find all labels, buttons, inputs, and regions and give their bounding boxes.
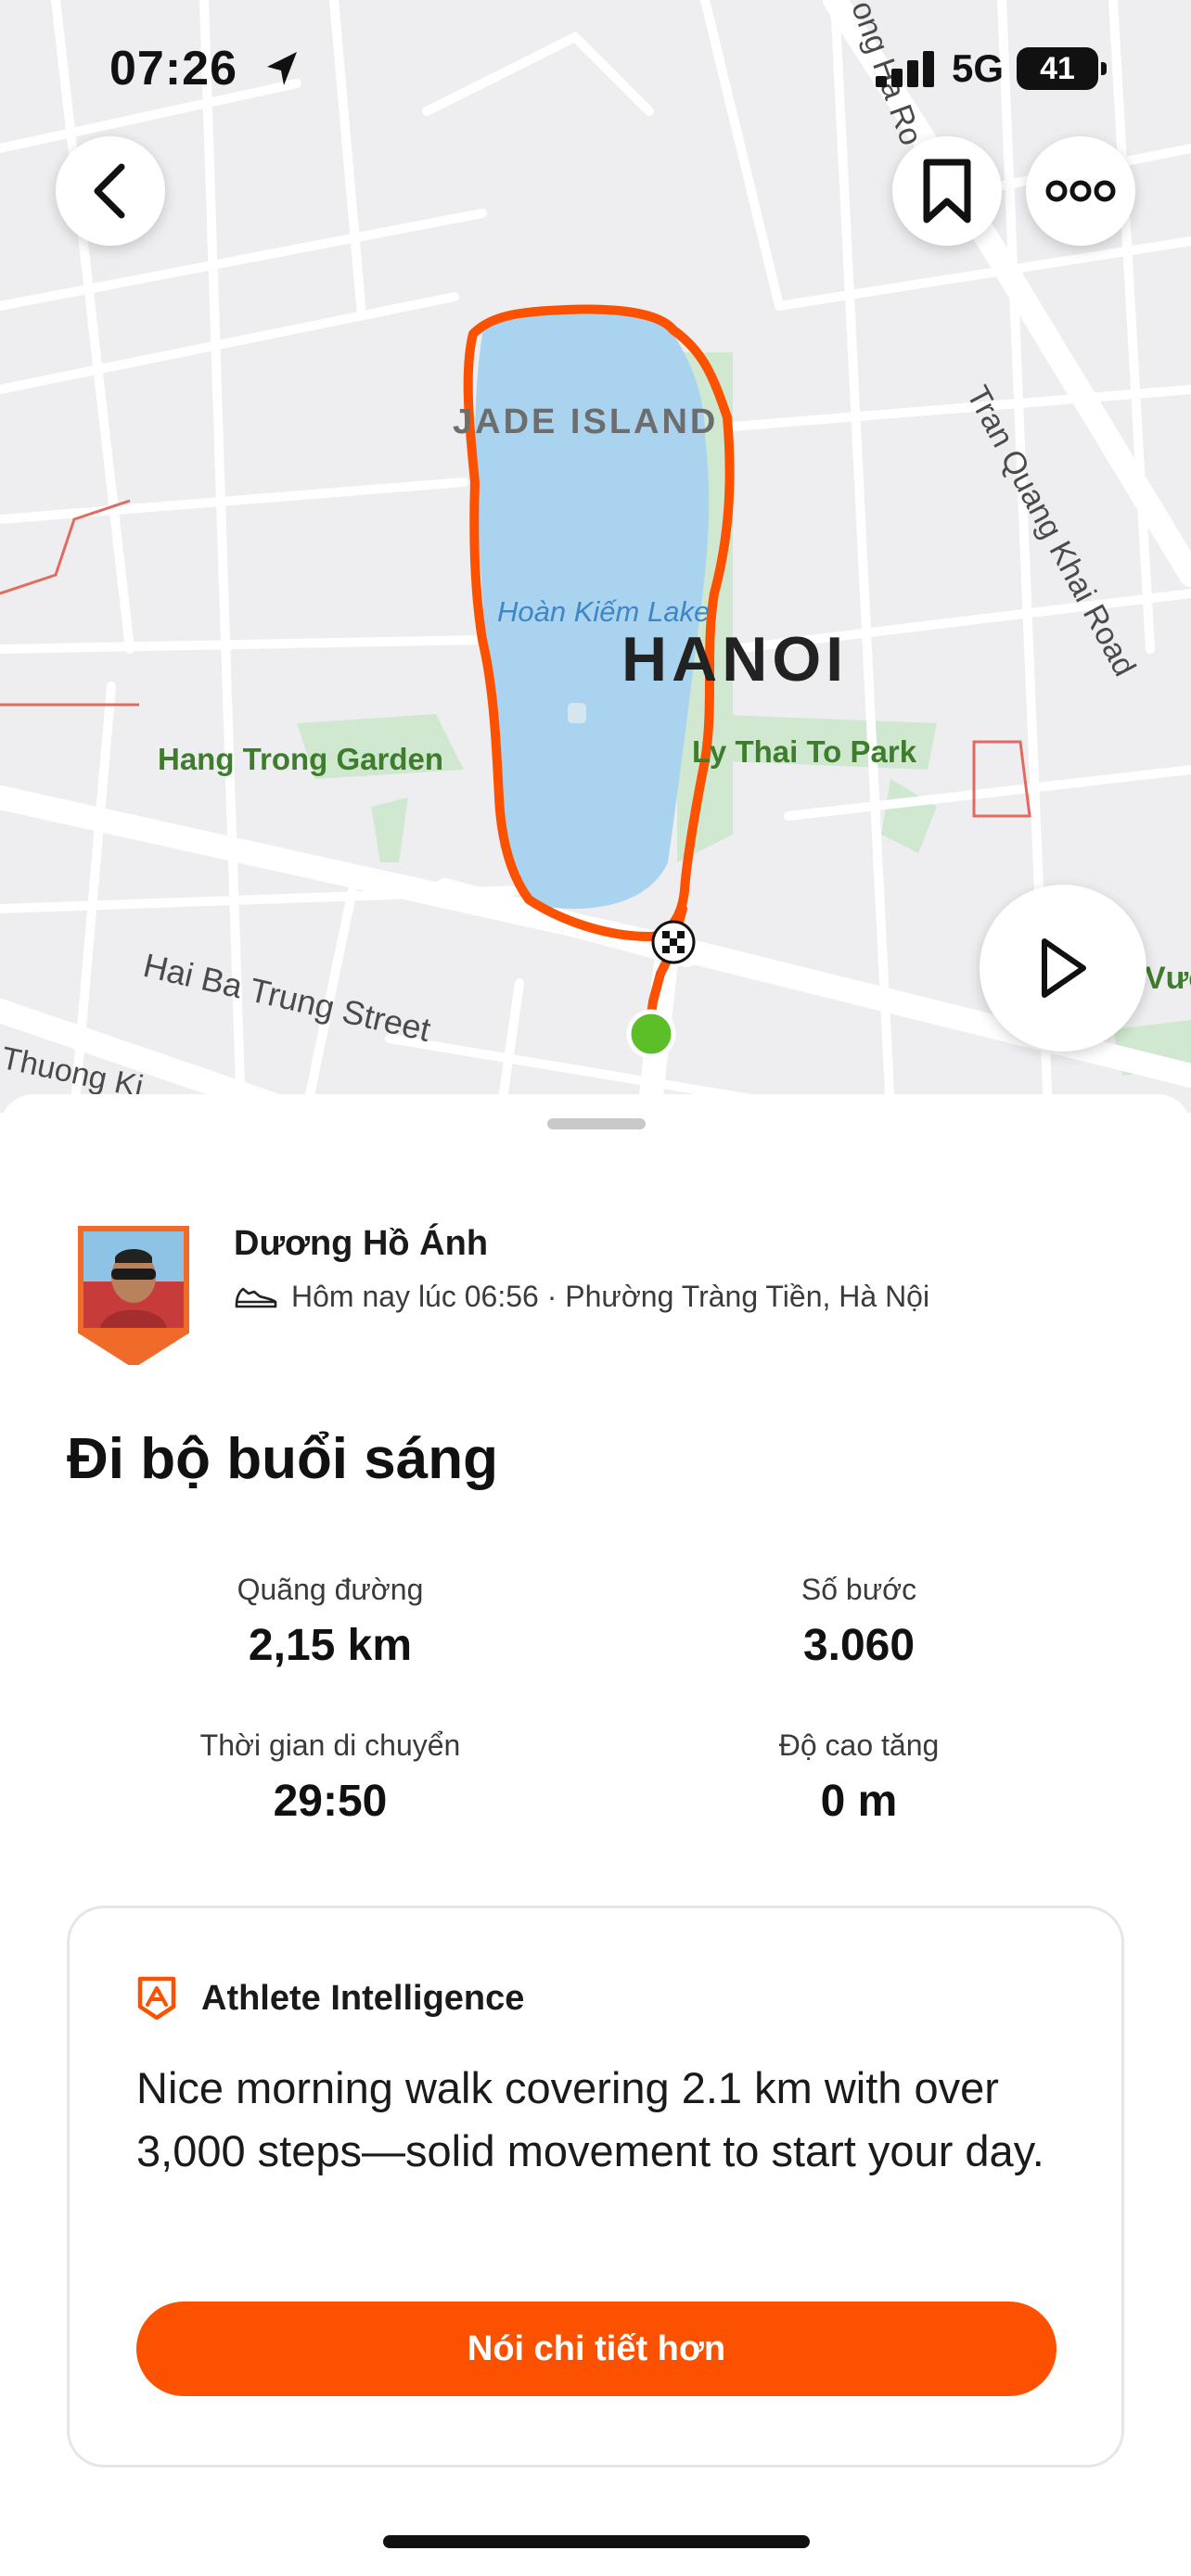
network-type: 5G [951,46,1004,90]
shoe-icon [235,1287,277,1307]
stat-label: Quãng đường [237,1573,424,1606]
athlete-name[interactable]: Dương Hồ Ánh [234,1224,488,1264]
tell-me-more-button[interactable]: Nói chi tiết hơn [136,2302,1057,2396]
battery-level: 41 [1040,50,1075,86]
map-label-jade-island: JADE ISLAND [453,402,719,441]
signal-icon [875,51,934,87]
stat-label: Số bước [800,1573,917,1606]
status-indicators: 5G 41 [874,46,1107,91]
stat-value: 2,15 km [248,1621,413,1670]
sheet-grabber[interactable] [547,1118,646,1129]
map-label-street-edge: Vườ [1145,961,1191,996]
athlete-intelligence-icon [137,1976,176,2021]
avatar[interactable] [78,1226,189,1365]
stat-moving-time: Thời gian di chuyển 29:50 [108,1728,553,1827]
map-label-garden: Hang Trong Garden [158,742,444,776]
stat-value: 0 m [820,1777,898,1826]
stat-label: Độ cao tăng [778,1728,940,1762]
stat-value: 29:50 [273,1777,388,1826]
bookmark-icon [923,159,971,223]
more-options-button[interactable] [1026,136,1135,246]
athlete-intelligence-summary: Nice morning walk covering 2.1 km with o… [136,2063,1044,2175]
start-point-icon [626,1009,676,1059]
more-icon [1045,180,1116,202]
stat-elevation: Độ cao tăng 0 m [636,1728,1082,1827]
stat-distance: Quãng đường 2,15 km [108,1573,553,1671]
activity-title: Đi bộ buổi sáng [67,1427,498,1491]
location-arrow-icon [267,52,297,85]
stat-value: 3.060 [802,1621,916,1670]
back-icon [94,163,125,219]
bookmark-button[interactable] [892,136,1002,246]
map-label-city: HANOI [621,624,849,695]
activity-meta: Hôm nay lúc 06:56 · Phường Tràng Tiền, H… [234,1280,929,1314]
back-button[interactable] [56,136,165,246]
stat-label: Thời gian di chuyển [199,1728,461,1762]
map-label-park: Ly Thai To Park [692,734,917,769]
home-indicator[interactable] [383,2535,810,2548]
athlete-intelligence-header: Athlete Intelligence [136,1975,524,2021]
play-flyby-button[interactable] [980,885,1146,1052]
activity-meta-text: Hôm nay lúc 06:56 · Phường Tràng Tiền, H… [291,1280,930,1313]
stat-steps: Số bước 3.060 [636,1573,1082,1671]
play-icon [1042,938,1086,998]
activity-sheet: Dương Hồ Ánh Hôm nay lúc 06:56 · Phường … [0,1094,1191,2576]
status-time: 07:26 [109,42,237,96]
athlete-intelligence-card: Athlete Intelligence Nice morning walk c… [67,1906,1124,2468]
athlete-intelligence-title: Athlete Intelligence [201,1978,525,2018]
battery-icon: 41 [1017,47,1107,90]
